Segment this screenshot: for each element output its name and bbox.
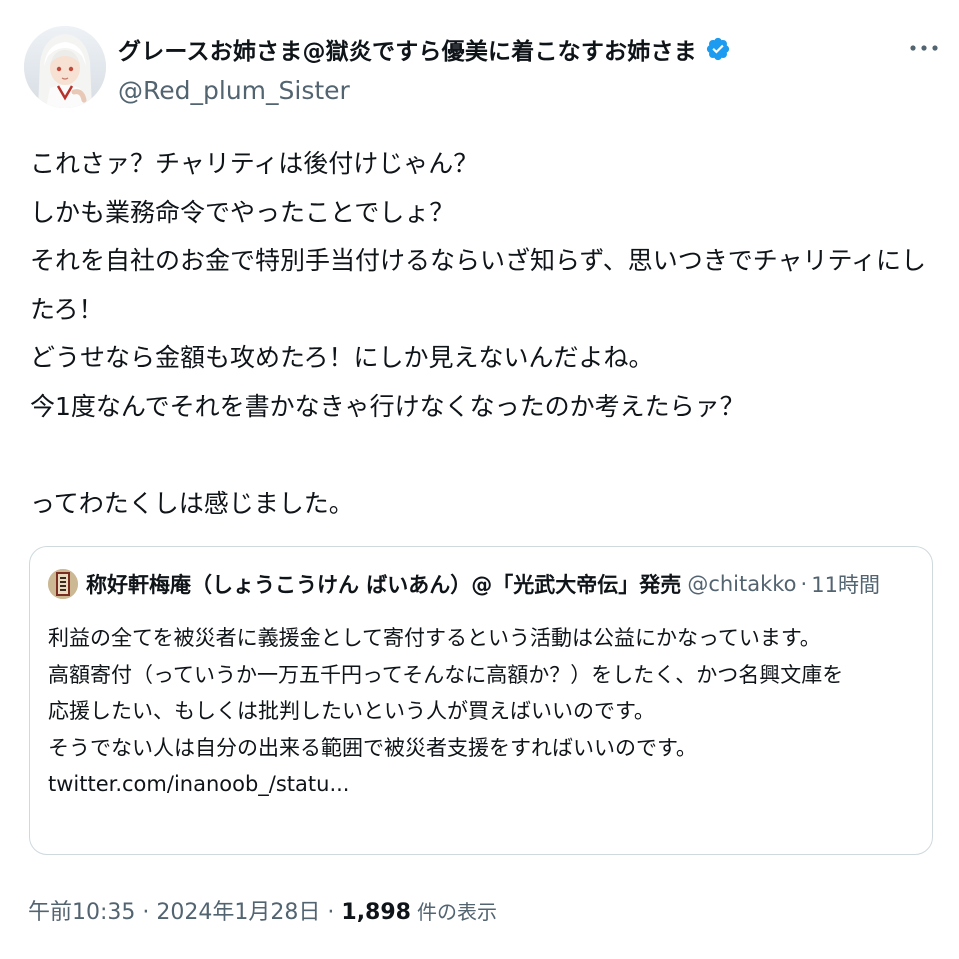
quoted-timestamp[interactable]: 11時間 — [811, 569, 880, 599]
quoted-author-avatar[interactable] — [48, 569, 78, 599]
verified-badge-icon[interactable] — [705, 36, 731, 62]
quoted-tweet-header: 称好軒梅庵（しょうこうけん ばいあん）@「光武大帝伝」発売 @chitakko … — [48, 569, 880, 599]
tweet-text-line — [30, 431, 942, 480]
tweet-time[interactable]: 午前10:35 — [28, 894, 135, 926]
quoted-text-line: そうでない人は自分の出来る範囲で被災者支援をすればいいのです。 — [48, 735, 697, 760]
quoted-tweet-card[interactable]: 称好軒梅庵（しょうこうけん ばいあん）@「光武大帝伝」発売 @chitakko … — [29, 546, 933, 855]
tweet-date[interactable]: 2024年1月28日 — [156, 894, 320, 926]
tweet-text-line: しかも業務命令でやったことでしょ？ — [30, 197, 455, 227]
view-count-label: 件の表示 — [416, 900, 497, 924]
meta-separator: · — [142, 900, 150, 925]
author-handle[interactable]: @Red_plum_Sister — [118, 76, 350, 105]
tweet-meta: 午前10:35 · 2024年1月28日 · 1,898 件の表示 — [28, 894, 497, 926]
tweet-text-line: それを自社のお金で特別手当付けるならいざ知らず、思いつきでチャリティにし — [30, 246, 927, 275]
quoted-text-line: 利益の全てを被災者に義援金として寄付するという活動は公益にかなっています。 — [48, 626, 821, 650]
avatar-image — [24, 26, 106, 108]
tweet-text-line: 今1度なんでそれを書かなきゃ行けなくなったのか考えたらァ？ — [30, 391, 745, 421]
meta-separator: · — [327, 900, 335, 925]
quoted-text-line: 応援したい、もしくは批判したいという人が買えばいいのです。 — [48, 699, 655, 723]
quoted-avatar-image — [48, 569, 78, 599]
author-name-row: グレースお姉さま@獄炎ですら優美に着こなすお姉さま — [118, 32, 731, 66]
view-count[interactable]: 1,898 — [341, 900, 411, 925]
quoted-link[interactable]: twitter.com/inanoob_/statu... — [48, 766, 918, 803]
tweet-text-line: これさァ？チャリティは後付けじゃん？ — [30, 149, 479, 178]
quoted-author-handle[interactable]: @chitakko — [687, 572, 796, 596]
more-options-button[interactable] — [904, 36, 944, 60]
tweet-text: これさァ？チャリティは後付けじゃん？ しかも業務命令でやったことでしょ？ それを… — [30, 140, 942, 528]
quoted-separator: · — [800, 572, 808, 596]
author-avatar[interactable] — [24, 26, 106, 108]
tweet: グレースお姉さま@獄炎ですら優美に着こなすお姉さま @Red_plum_Sist… — [0, 0, 959, 959]
quoted-text-line: 高額寄付（っていうか一万五千円ってそんなに高額か？）をしたく、かつ名興文庫を — [48, 662, 844, 687]
tweet-text-line: どうせなら金額も攻めたろ！にしか見えないんだよね。 — [30, 343, 654, 372]
more-horizontal-icon — [910, 45, 938, 51]
quoted-tweet-text: 利益の全てを被災者に義援金として寄付するという活動は公益にかなっています。 高額… — [48, 620, 918, 803]
quoted-author-name[interactable]: 称好軒梅庵（しょうこうけん ばいあん）@「光武大帝伝」発売 — [86, 569, 681, 599]
tweet-text-line: たろ！ — [30, 294, 104, 324]
tweet-text-line: ってわたくしは感じました。 — [30, 488, 354, 518]
author-display-name[interactable]: グレースお姉さま@獄炎ですら優美に着こなすお姉さま — [118, 32, 697, 66]
